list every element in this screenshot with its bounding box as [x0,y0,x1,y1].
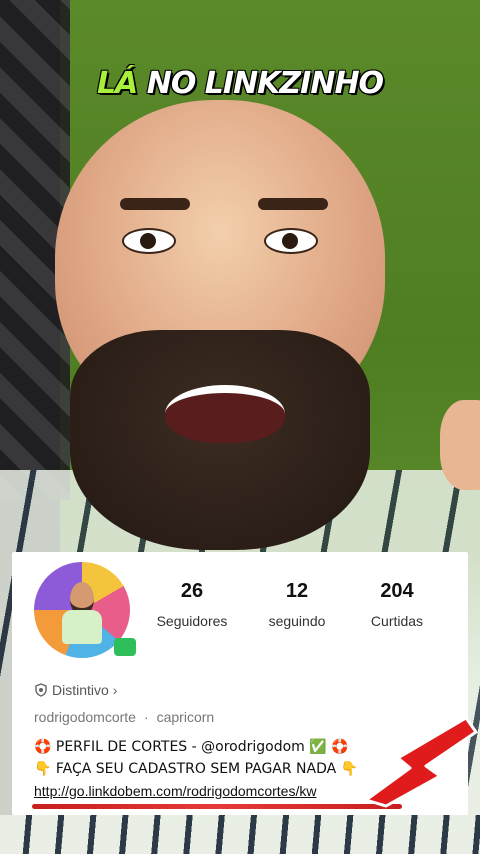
person-mouth [165,385,285,443]
shield-badge-icon [35,683,47,697]
caption-text: NO LINKZINHO [146,66,384,101]
badge-link[interactable]: Distintivo › [34,682,117,698]
profile-stats: 26 Seguidores 12 seguindo 204 Curtidas [142,580,462,640]
shirt-bottom [0,815,480,854]
avatar[interactable] [26,560,138,660]
person-hand [440,400,480,490]
red-arrow-icon [364,716,478,808]
followers-label: Seguidores [156,613,228,629]
left-eyebrow [120,198,190,210]
followers-count: 26 [180,580,204,602]
red-highlight-underline [32,804,402,809]
badge-label: Distintivo [52,682,109,698]
username-row: rodrigodomcorte · capricorn [34,709,214,725]
zodiac-sign: capricorn [156,709,215,725]
likes-count: 204 [380,580,414,602]
username: rodrigodomcorte [34,709,136,725]
separator: · [143,709,149,725]
camera-sticker-icon [114,638,136,656]
stat-following[interactable]: 12 seguindo [247,580,347,629]
stat-likes[interactable]: 204 Curtidas [347,580,447,629]
video-caption: LÁ NO LINKZINHO [0,66,480,101]
chevron-right-icon: › [112,682,118,698]
likes-label: Curtidas [370,613,424,629]
left-eye [122,228,176,254]
stat-followers[interactable]: 26 Seguidores [142,580,242,629]
right-eyebrow [258,198,328,210]
avatar-illustration [58,582,106,644]
following-label: seguindo [268,613,326,629]
right-eye [264,228,318,254]
caption-highlight: LÁ [96,66,138,101]
avatar-body [62,610,102,644]
following-count: 12 [285,580,309,602]
